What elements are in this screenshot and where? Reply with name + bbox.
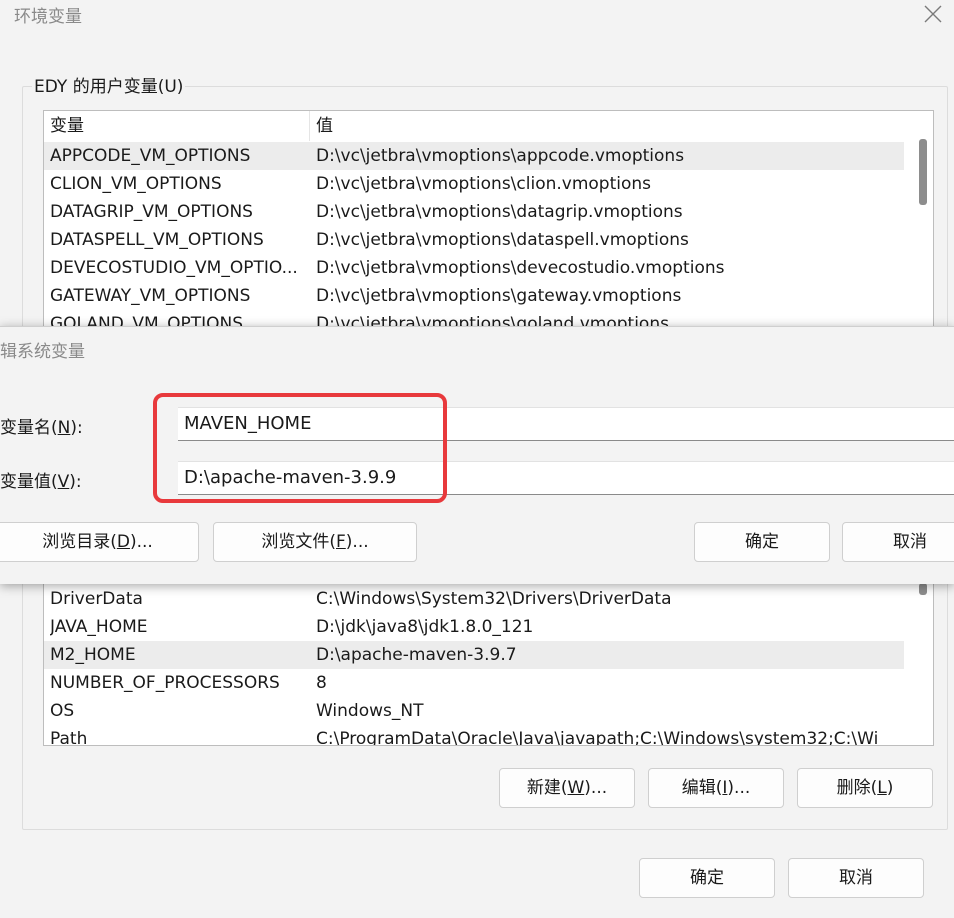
list-item[interactable]: M2_HOME D:\apache-maven-3.9.7 <box>44 641 904 669</box>
list-item[interactable]: DriverData C:\Windows\System32\Drivers\Dr… <box>44 585 904 613</box>
user-variables-label: EDY 的用户变量(U) <box>32 72 186 97</box>
browse-directory-button[interactable]: 浏览目录(D)... <box>0 522 199 562</box>
list-item[interactable]: Path C:\ProgramData\Oracle\Java\javapath;… <box>44 725 904 746</box>
list-item[interactable]: CLION_VM_OPTIONS D:\vc\jetbra\vmoptions\c… <box>44 170 904 198</box>
var-value: D:\vc\jetbra\vmoptions\gateway.vmoptions <box>316 286 682 306</box>
user-variables-list[interactable]: 变量 值 APPCODE_VM_OPTIONS D:\vc\jetbra\vmop… <box>43 110 934 328</box>
var-value: D:\apache-maven-3.9.7 <box>316 645 517 665</box>
list-item[interactable]: OS Windows_NT <box>44 697 904 725</box>
list-item[interactable]: GATEWAY_VM_OPTIONS D:\vc\jetbra\vmoptions… <box>44 282 904 310</box>
column-header-name[interactable]: 变量 <box>50 111 84 141</box>
var-name: DATASPELL_VM_OPTIONS <box>50 230 264 250</box>
column-header-value[interactable]: 值 <box>316 111 333 141</box>
list-item[interactable]: DATASPELL_VM_OPTIONS D:\vc\jetbra\vmoptio… <box>44 226 904 254</box>
window-title: 环境变量 <box>14 7 82 27</box>
variable-name-label: 变量名(N): <box>0 418 83 438</box>
scrollbar-thumb[interactable] <box>919 139 927 205</box>
list-item[interactable]: NUMBER_OF_PROCESSORS 8 <box>44 669 904 697</box>
var-value: 8 <box>316 673 327 693</box>
ok-button[interactable]: 确定 <box>639 858 775 898</box>
var-value: D:\vc\jetbra\vmoptions\devecostudio.vmop… <box>316 258 725 278</box>
edit-variable-button[interactable]: 编辑(I)... <box>648 768 784 808</box>
var-name: DriverData <box>50 589 143 609</box>
var-value: D:\vc\jetbra\vmoptions\appcode.vmoptions <box>316 146 685 166</box>
dialog-title: 辑系统变量 <box>0 342 85 362</box>
annotation-highlight-box <box>153 393 447 503</box>
variable-value-label: 变量值(V): <box>0 472 82 492</box>
var-name: Path <box>50 729 88 746</box>
dialog-ok-button[interactable]: 确定 <box>694 522 830 562</box>
var-value: D:\vc\jetbra\vmoptions\datagrip.vmoption… <box>316 202 683 222</box>
list-item[interactable]: DATAGRIP_VM_OPTIONS D:\vc\jetbra\vmoption… <box>44 198 904 226</box>
dialog-cancel-button[interactable]: 取消 <box>842 522 954 562</box>
var-name: CLION_VM_OPTIONS <box>50 174 222 194</box>
var-name: OS <box>50 701 75 721</box>
new-variable-button[interactable]: 新建(W)... <box>499 768 635 808</box>
close-icon[interactable] <box>908 0 954 30</box>
var-value: C:\Windows\System32\Drivers\DriverData <box>316 589 672 609</box>
list-item[interactable]: DEVECOSTUDIO_VM_OPTIO... D:\vc\jetbra\vmo… <box>44 254 904 282</box>
delete-variable-button[interactable]: 删除(L) <box>797 768 933 808</box>
column-divider <box>309 111 310 141</box>
scrollbar-thumb[interactable] <box>919 583 927 595</box>
var-name: GATEWAY_VM_OPTIONS <box>50 286 251 306</box>
system-variables-list[interactable]: DriverData C:\Windows\System32\Drivers\Dr… <box>43 582 934 746</box>
var-value: D:\vc\jetbra\vmoptions\clion.vmoptions <box>316 174 652 194</box>
var-name: M2_HOME <box>50 645 136 665</box>
cancel-button[interactable]: 取消 <box>788 858 924 898</box>
var-name: DATAGRIP_VM_OPTIONS <box>50 202 253 222</box>
var-value: D:\jdk\java8\jdk1.8.0_121 <box>316 617 534 637</box>
var-name: JAVA_HOME <box>50 617 148 637</box>
var-value: D:\vc\jetbra\vmoptions\dataspell.vmoptio… <box>316 230 689 250</box>
list-item[interactable]: APPCODE_VM_OPTIONS D:\vc\jetbra\vmoptions… <box>44 142 904 170</box>
var-name: DEVECOSTUDIO_VM_OPTIO... <box>50 258 298 278</box>
var-value: C:\ProgramData\Oracle\Java\javapath;C:\W… <box>316 729 879 746</box>
var-name: APPCODE_VM_OPTIONS <box>50 146 251 166</box>
browse-file-button[interactable]: 浏览文件(F)... <box>213 522 417 562</box>
edit-system-variable-dialog: 辑系统变量 变量名(N): MAVEN_HOME 变量值(V): D:\apac… <box>0 326 954 584</box>
var-name: NUMBER_OF_PROCESSORS <box>50 673 280 693</box>
var-value: Windows_NT <box>316 701 424 721</box>
list-item[interactable]: JAVA_HOME D:\jdk\java8\jdk1.8.0_121 <box>44 613 904 641</box>
